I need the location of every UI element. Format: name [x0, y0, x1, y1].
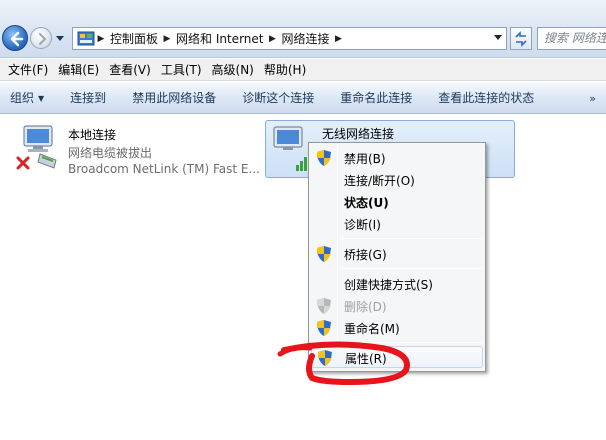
uac-shield-icon [317, 320, 331, 336]
menu-edit[interactable]: 编辑(E) [53, 61, 104, 78]
menu-view[interactable]: 查看(V) [104, 61, 156, 78]
menu-item-create-shortcut[interactable]: 创建快捷方式(S) [311, 273, 483, 295]
menu-item-label: 删除(D) [344, 300, 387, 314]
menu-item-label: 诊断(I) [344, 218, 381, 232]
chevron-down-icon: ▼ [38, 94, 45, 103]
menu-item-label: 桥接(G) [344, 248, 387, 262]
menu-item-bridge[interactable]: 桥接(G) [311, 243, 483, 265]
recent-pages-chevron-icon[interactable] [56, 36, 64, 42]
connection-status: 网络电缆被拔出 [68, 146, 153, 160]
menu-advanced[interactable]: 高级(N) [207, 61, 259, 78]
breadcrumb-separator-icon: ▶ [163, 33, 171, 44]
more-commands-icon[interactable]: » [589, 92, 596, 105]
arrow-right-icon [39, 33, 47, 45]
breadcrumb-separator-icon: ▶ [335, 33, 342, 44]
menu-item-rename[interactable]: 重命名(M) [311, 317, 483, 339]
menu-item-label: 属性(R) [345, 352, 387, 366]
breadcrumb-control-panel[interactable]: 控制面板 [107, 30, 161, 47]
organize-label: 组织 [10, 91, 35, 105]
connection-device: Broadcom NetLink (TM) Fast E... [68, 162, 260, 176]
breadcrumb-separator-icon: ▶ [97, 33, 105, 44]
menu-item-delete: 删除(D) [311, 295, 483, 317]
rename-button[interactable]: 重命名此连接 [340, 89, 412, 106]
connect-to-button[interactable]: 连接到 [70, 89, 106, 106]
refresh-icon [515, 31, 527, 47]
context-menu: 禁用(B) 连接/断开(O) 状态(U) 诊断(I) 桥接(G) 创建快捷方式(… [308, 142, 486, 372]
diagnose-button[interactable]: 诊断这个连接 [242, 89, 314, 106]
uac-shield-icon [317, 150, 331, 166]
connection-name: 无线网络连接 [322, 127, 395, 141]
menu-item-label: 创建快捷方式(S) [344, 278, 433, 292]
menu-item-label: 状态(U) [344, 196, 389, 210]
uac-shield-icon [317, 298, 331, 314]
address-dropdown-icon[interactable] [494, 35, 502, 41]
menu-file[interactable]: 文件(F) [3, 61, 53, 78]
connections-list: 本地连接 网络电缆被拔出 Broadcom NetLink (TM) Fast … [0, 115, 606, 440]
disable-device-button[interactable]: 禁用此网络设备 [132, 89, 216, 106]
menu-separator [341, 238, 483, 239]
view-status-button[interactable]: 查看此连接的状态 [438, 89, 534, 106]
breadcrumb-network-connections[interactable]: 网络连接 [278, 30, 332, 47]
forward-button[interactable] [30, 27, 52, 49]
breadcrumb-separator-icon: ▶ [269, 33, 276, 44]
menu-separator [341, 268, 483, 269]
address-toolbar: ▶ 控制面板 ▶ 网络和 Internet ▶ 网络连接 ▶ 搜索 网络连 [0, 0, 606, 58]
organize-button[interactable]: 组织 ▼ [10, 89, 44, 106]
network-disconnected-icon [16, 125, 57, 170]
search-input[interactable]: 搜索 网络连 [537, 27, 606, 50]
local-connection-item[interactable]: 本地连接 网络电缆被拔出 Broadcom NetLink (TM) Fast … [10, 120, 265, 180]
control-panel-icon [77, 31, 95, 45]
breadcrumb-network-internet[interactable]: 网络和 Internet [173, 30, 266, 47]
back-button[interactable] [2, 25, 28, 51]
uac-shield-icon [318, 350, 332, 366]
menu-help[interactable]: 帮助(H) [259, 61, 311, 78]
address-bar[interactable]: ▶ 控制面板 ▶ 网络和 Internet ▶ 网络连接 ▶ [72, 27, 507, 50]
menu-item-label: 连接/断开(O) [344, 174, 415, 188]
arrow-left-icon [10, 31, 24, 47]
menu-tools[interactable]: 工具(T) [156, 61, 207, 78]
menu-item-properties[interactable]: 属性(R) [311, 346, 483, 368]
connection-name: 本地连接 [68, 128, 117, 142]
refresh-button[interactable] [510, 27, 532, 50]
menu-item-disable[interactable]: 禁用(B) [311, 147, 483, 169]
uac-shield-icon [317, 246, 331, 262]
menu-separator [341, 342, 483, 343]
menu-bar: 文件(F) 编辑(E) 查看(V) 工具(T) 高级(N) 帮助(H) [0, 59, 606, 81]
menu-item-label: 禁用(B) [344, 152, 386, 166]
menu-item-label: 重命名(M) [344, 322, 400, 336]
menu-item-diagnose[interactable]: 诊断(I) [311, 213, 483, 235]
menu-item-connect[interactable]: 连接/断开(O) [311, 169, 483, 191]
command-bar: 组织 ▼ 连接到 禁用此网络设备 诊断这个连接 重命名此连接 查看此连接的状态 » [0, 82, 606, 114]
menu-item-status[interactable]: 状态(U) [311, 191, 483, 213]
